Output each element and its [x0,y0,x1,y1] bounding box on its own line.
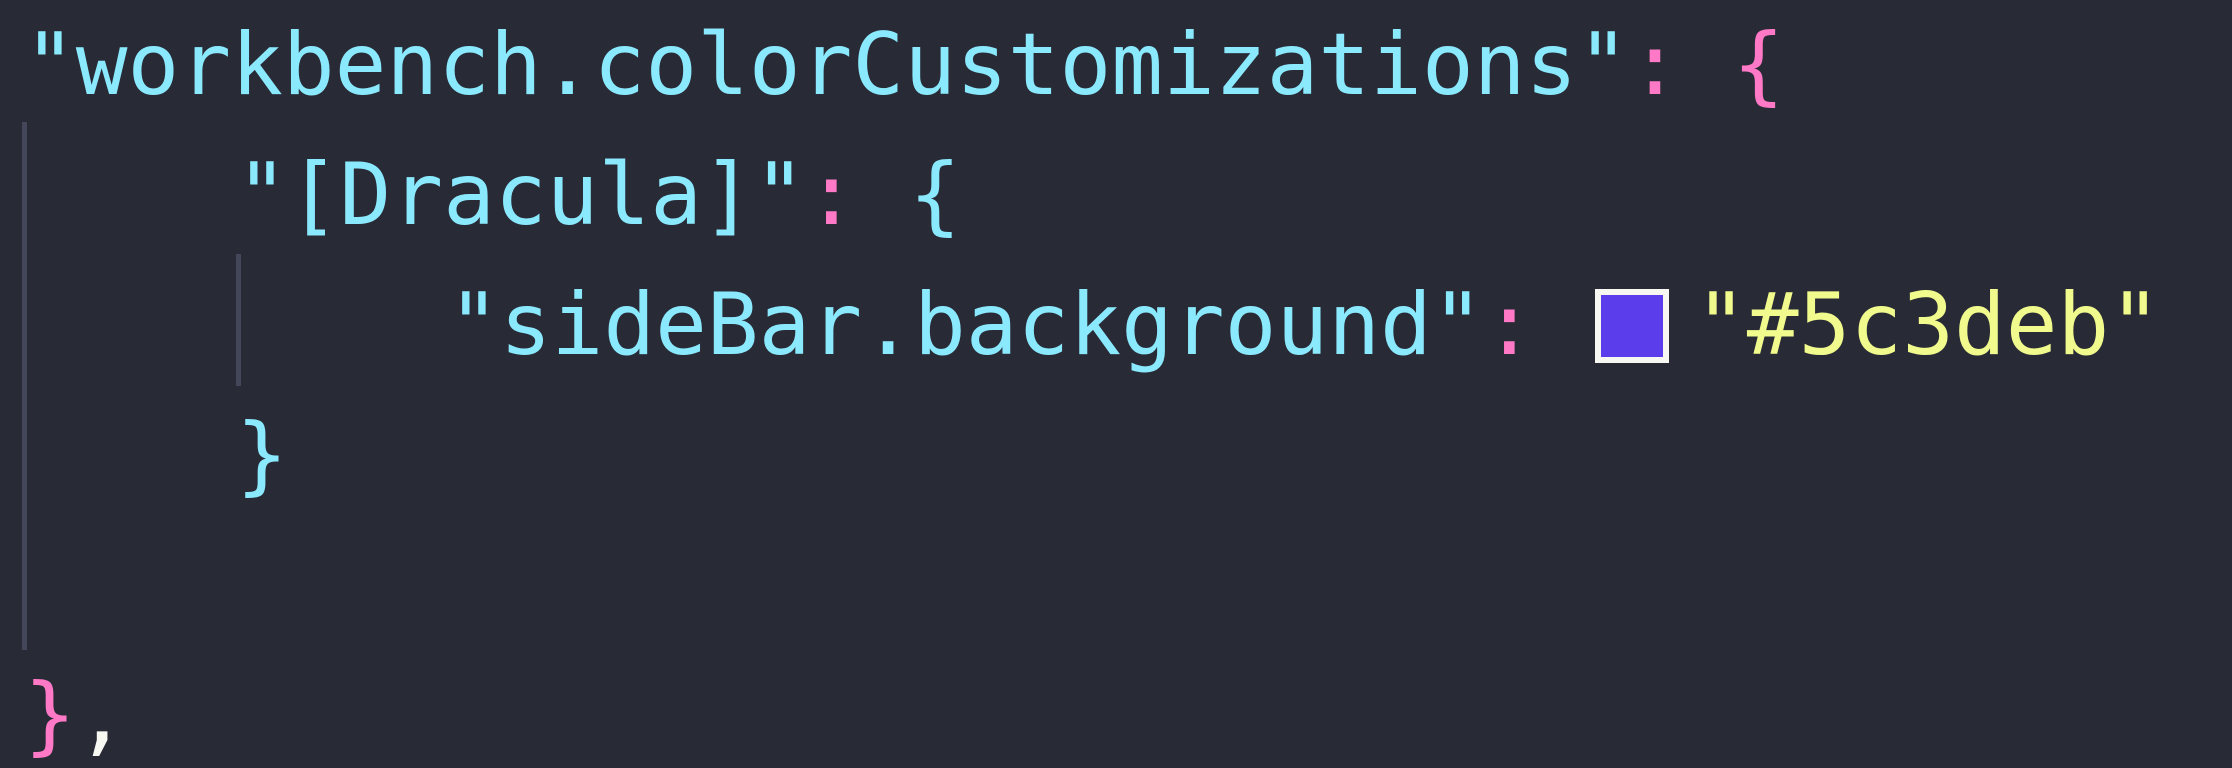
json-key: "workbench.colorCustomizations" [24,15,1630,115]
json-open-brace: { [1732,15,1785,115]
json-key: "sideBar.background" [448,275,1484,375]
json-colon: : [1629,15,1681,115]
indent-guide [236,254,241,386]
code-editor[interactable]: "workbench.colorCustomizations": { "[Dra… [0,0,2232,768]
json-close-brace: } [236,405,288,505]
color-swatch[interactable] [1595,288,1670,363]
json-string-value: "#5c3deb" [1695,275,2162,375]
json-open-brace: { [909,145,961,245]
json-colon: : [805,145,858,245]
json-comma: , [75,665,128,765]
code-line-workbench-color-customizations[interactable]: "workbench.colorCustomizations": { [24,0,1784,130]
json-colon: : [1483,275,1536,375]
code-line-close-color-customizations[interactable]: }, [24,650,128,768]
code-line-close-dracula[interactable]: } [236,390,288,520]
json-key: "[Dracula]" [236,145,806,245]
code-line-dracula[interactable]: "[Dracula]": { [236,130,961,260]
json-close-brace: } [24,665,76,765]
code-line-sidebar-background[interactable]: "sideBar.background": "#5c3deb" [448,260,2161,390]
indent-guide [22,122,27,650]
